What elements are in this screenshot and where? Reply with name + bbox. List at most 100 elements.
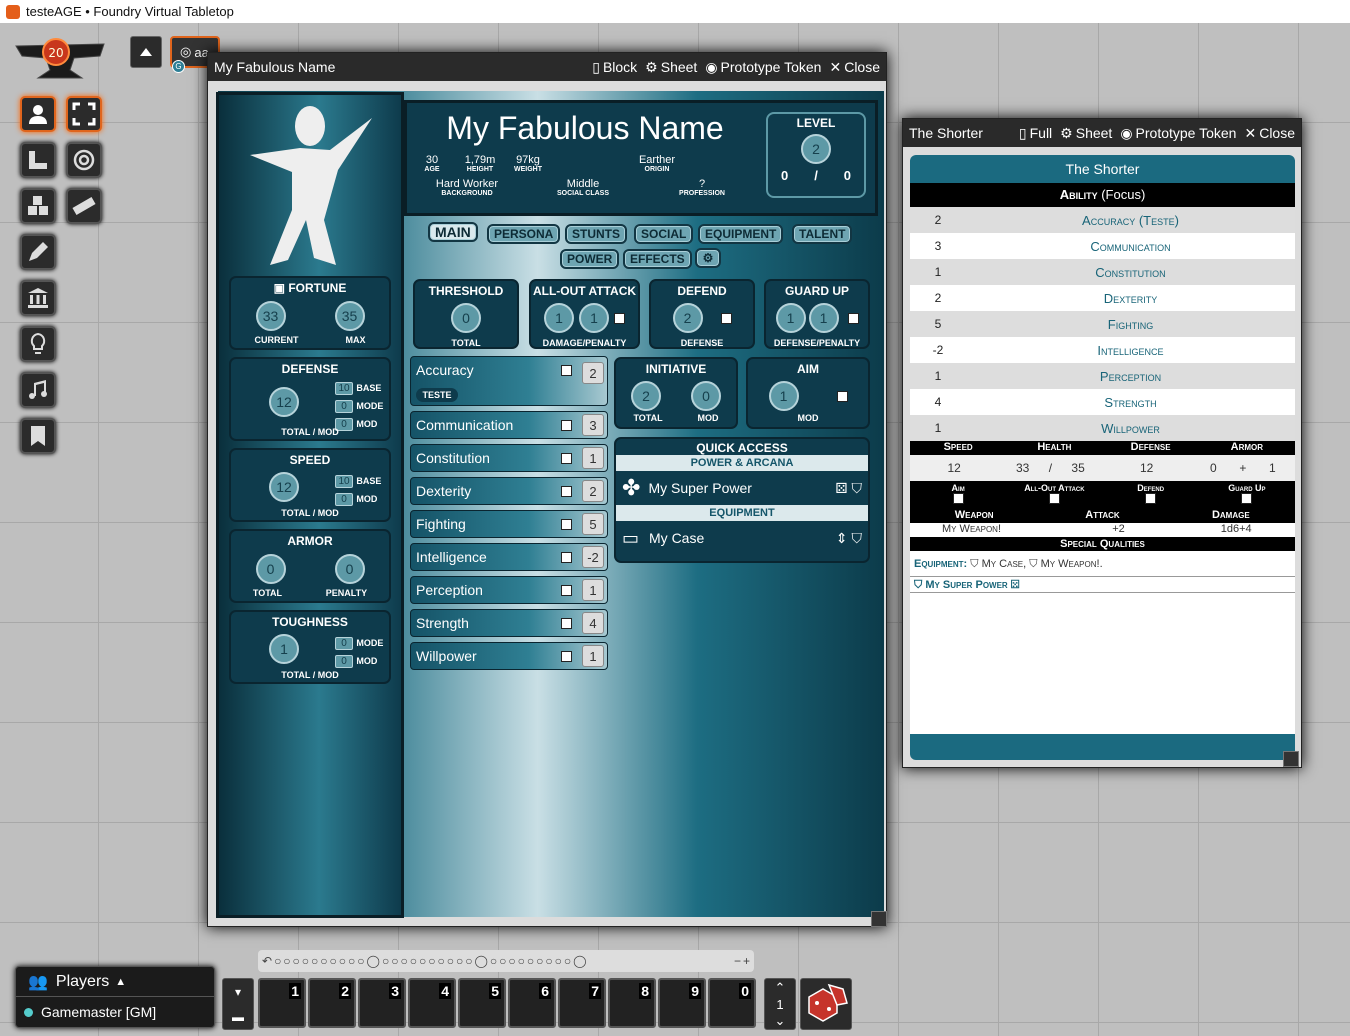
defend-checkbox[interactable] (1145, 493, 1157, 504)
player-row-gm[interactable]: Gamemaster [GM] (16, 997, 214, 1027)
window-resize-handle[interactable] (871, 911, 887, 927)
tab-stunts[interactable]: STUNTS (565, 224, 627, 244)
target-button[interactable] (66, 142, 102, 178)
profession-value[interactable]: ? (644, 178, 760, 190)
shield-icon[interactable]: ⛉ (852, 480, 863, 497)
all-out-attack-checkbox[interactable] (614, 312, 625, 324)
macro-slot[interactable]: 5 (458, 978, 506, 1028)
short-ability-row[interactable]: 5 Fighting (910, 311, 1295, 337)
fortune-max[interactable]: 35 (334, 301, 365, 331)
lighting-button[interactable] (20, 326, 56, 362)
tab-persona[interactable]: PERSONA (487, 224, 561, 244)
focus-tag[interactable]: TESTE (416, 388, 458, 402)
ability-value[interactable]: 1 (582, 645, 604, 667)
macro-slot[interactable]: 3 (358, 978, 406, 1028)
equipment-item[interactable]: My Case, (982, 558, 1027, 570)
aim-mod[interactable]: 1 (768, 381, 799, 411)
tab-talent[interactable]: TALENT (792, 224, 853, 244)
guard-up-checkbox[interactable] (847, 312, 859, 324)
macro-slot[interactable]: 1 (258, 978, 306, 1028)
ruler-button[interactable] (66, 188, 102, 224)
social-class-value[interactable]: Middle (526, 178, 640, 190)
defense-base[interactable]: 10 (335, 382, 353, 395)
all-out-penalty[interactable]: 1 (579, 303, 609, 333)
ability-intelligence[interactable]: Intelligence -2 (410, 543, 608, 571)
age-value[interactable]: 30 (410, 154, 454, 166)
macro-slot[interactable]: 2 (308, 978, 356, 1028)
macro-slot[interactable]: 8 (608, 978, 656, 1028)
armor-total[interactable]: 0 (255, 554, 286, 584)
walls-button[interactable] (20, 280, 56, 316)
undo-icon[interactable]: ↶ (262, 954, 272, 968)
dice-tray-button[interactable] (800, 978, 852, 1030)
ability-value[interactable]: 5 (582, 513, 604, 535)
tab-effects[interactable]: EFFECTS (623, 249, 692, 269)
block-button[interactable]: ▯ Block (592, 59, 637, 76)
foundry-logo[interactable]: 20 (12, 34, 108, 84)
defense-total[interactable]: 12 (269, 387, 299, 417)
tiles-button[interactable] (20, 188, 56, 224)
tab-main[interactable]: MAIN (428, 222, 478, 242)
short-ability-row[interactable]: 4 Strength (910, 389, 1295, 415)
dice-icon[interactable]: ⚄ (1011, 579, 1020, 591)
close-button[interactable]: ✕ Close (1244, 125, 1295, 142)
ability-constitution[interactable]: Constitution 1 (410, 444, 608, 472)
sort-icon[interactable]: ⇕ (836, 530, 848, 547)
speed-mod[interactable]: 0 (335, 493, 353, 506)
ability-checkbox[interactable] (561, 551, 572, 563)
tab-social[interactable]: SOCIAL (634, 224, 694, 244)
close-button[interactable]: ✕ Close (829, 59, 880, 76)
ability-checkbox[interactable] (561, 584, 572, 596)
macro-slot[interactable]: 7 (558, 978, 606, 1028)
tab-settings[interactable]: ⚙ (695, 248, 721, 268)
all-out-attack-checkbox[interactable] (1048, 493, 1060, 504)
short-ability-row[interactable]: 1 Willpower (910, 415, 1295, 441)
height-value[interactable]: 1,79m (458, 154, 502, 166)
macro-slot[interactable]: 0 (708, 978, 756, 1028)
prototype-token-button[interactable]: ◉ Prototype Token (705, 59, 821, 76)
short-ability-row[interactable]: 1 Constitution (910, 259, 1295, 285)
equipment-item[interactable]: My Weapon!. (1041, 558, 1103, 570)
prototype-token-button[interactable]: ◉ Prototype Token (1120, 125, 1236, 142)
window-resize-handle[interactable] (1283, 751, 1299, 767)
toughness-mode[interactable]: 0 (335, 637, 353, 650)
quick-power-item[interactable]: ✤ My Super Power ⚄ ⛉ (616, 471, 868, 505)
xp-current[interactable]: 0 (781, 168, 788, 183)
token-controls-button[interactable] (20, 96, 56, 132)
guard-up-defense[interactable]: 1 (775, 303, 806, 333)
sheet-button[interactable]: ⚙ Sheet (645, 59, 697, 76)
short-ability-row[interactable]: 2 Accuracy (Teste) (910, 207, 1295, 233)
xp-next[interactable]: 0 (844, 168, 851, 183)
guard-up-checkbox[interactable] (1241, 493, 1253, 504)
ability-willpower[interactable]: Willpower 1 (410, 642, 608, 670)
measure-button[interactable] (20, 142, 56, 178)
ability-fighting[interactable]: Fighting 5 (410, 510, 608, 538)
ability-value[interactable]: 3 (582, 414, 604, 436)
short-power-item[interactable]: ⛉ My Super Power ⚄ (910, 577, 1295, 593)
players-header[interactable]: 👥 Players ▲ (16, 967, 214, 997)
select-targets-button[interactable] (66, 96, 102, 132)
fortune-current[interactable]: 33 (255, 301, 286, 331)
ability-strength[interactable]: Strength 4 (410, 609, 608, 637)
ability-checkbox[interactable] (561, 365, 572, 376)
macro-slot[interactable]: 6 (508, 978, 556, 1028)
armor-penalty[interactable]: 0 (334, 554, 365, 584)
initiative-mod[interactable]: 0 (691, 381, 721, 411)
ability-checkbox[interactable] (561, 518, 572, 530)
origin-value[interactable]: Earther (554, 154, 760, 166)
tab-equipment[interactable]: EQUIPMENT (698, 224, 784, 244)
navigation-toggle-button[interactable] (130, 36, 162, 68)
sounds-button[interactable] (20, 372, 56, 408)
defend-checkbox[interactable] (720, 312, 732, 324)
character-portrait[interactable] (240, 100, 380, 270)
toughness-total[interactable]: 1 (269, 634, 299, 664)
toughness-mod[interactable]: 0 (335, 655, 353, 668)
weapon-row[interactable]: My Weapon! +2 1d6+4 (910, 523, 1295, 537)
ability-value[interactable]: 1 (582, 579, 604, 601)
ability-value[interactable]: -2 (582, 546, 604, 568)
drawing-button[interactable] (20, 234, 56, 270)
threshold-value[interactable]: 0 (451, 303, 481, 333)
short-ability-row[interactable]: -2 Intelligence (910, 337, 1295, 363)
background-value[interactable]: Hard Worker (410, 178, 524, 190)
short-ability-row[interactable]: 3 Communication (910, 233, 1295, 259)
